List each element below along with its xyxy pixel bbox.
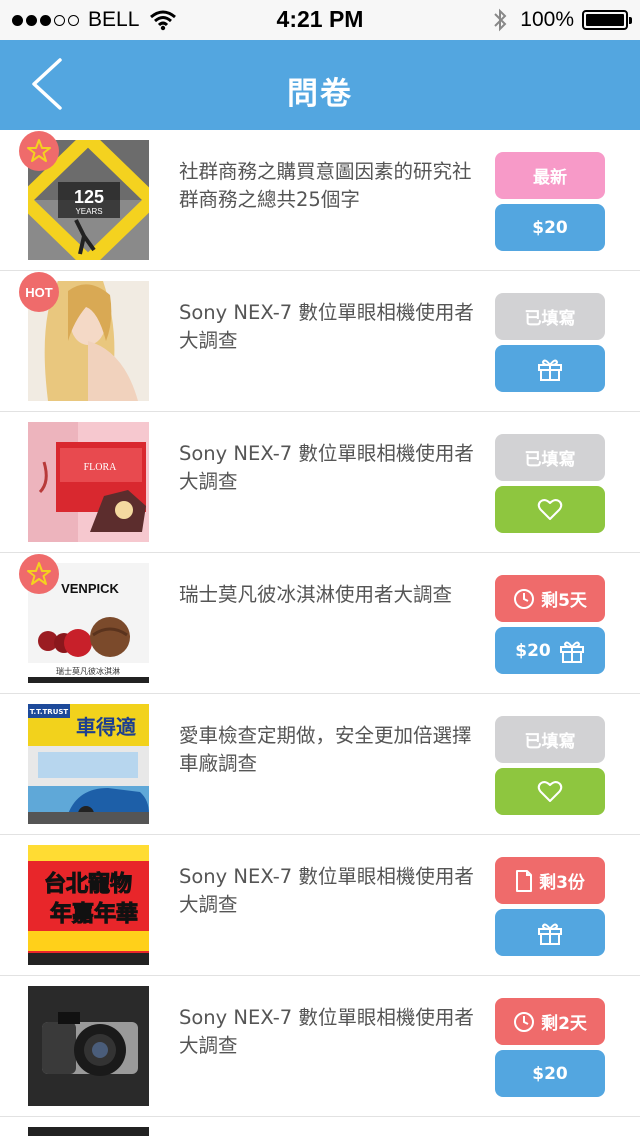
heart-icon: [537, 780, 563, 802]
gift-button[interactable]: [495, 909, 605, 956]
reward-gift-button[interactable]: $20: [495, 627, 605, 674]
survey-thumbnail: FLORA: [28, 422, 149, 542]
reward-button[interactable]: $20: [495, 204, 605, 251]
list-item[interactable]: 台北寵物 年嘉年華 Sony NEX-7 數位單眼相機使用者大調查 剩3份: [0, 835, 640, 976]
survey-thumbnail: 台北寵物 年嘉年華: [28, 845, 149, 965]
favorite-button[interactable]: [495, 768, 605, 815]
status-button-new[interactable]: 最新: [495, 152, 605, 199]
days-left-button[interactable]: 剩2天: [495, 998, 605, 1045]
clock-icon: [514, 588, 535, 609]
survey-thumbnail: T.T.TRUST 車得適: [28, 704, 149, 824]
star-icon: [27, 562, 51, 585]
navigation-bar: 問卷: [0, 40, 640, 130]
status-right: 100%: [492, 8, 632, 32]
star-icon: [27, 139, 51, 162]
status-button-completed[interactable]: 已填寫: [495, 434, 605, 481]
document-icon: [516, 869, 533, 892]
heart-icon: [537, 498, 563, 520]
star-badge: [19, 131, 59, 171]
battery-percent: 100%: [520, 8, 574, 31]
remaining-count-button[interactable]: 剩3份: [495, 857, 605, 904]
survey-title: Sony NEX-7 數位單眼相機使用者大調查: [179, 1006, 474, 1057]
gift-icon: [538, 923, 562, 945]
list-item[interactable]: T.T.TRUST 車得適 愛車檢查定期做，安全更加倍選擇車廠調查 已填寫: [0, 694, 640, 835]
hot-badge: HOT: [19, 272, 59, 312]
reward-button[interactable]: $20: [495, 1050, 605, 1097]
status-button-completed[interactable]: 已填寫: [495, 716, 605, 763]
survey-list: 125 YEARS 社群商務之購買意圖因素的研究社群商務之總共25個字 最新 $…: [0, 130, 640, 1117]
days-left-button[interactable]: 剩5天: [495, 575, 605, 622]
list-item[interactable]: Sony NEX-7 數位單眼相機使用者大調查 剩2天 $20: [0, 976, 640, 1117]
svg-text:台北寵物: 台北寵物: [44, 871, 132, 897]
survey-title: 愛車檢查定期做，安全更加倍選擇車廠調查: [179, 724, 472, 775]
gift-icon: [559, 641, 584, 663]
list-item[interactable]: 125 YEARS 社群商務之購買意圖因素的研究社群商務之總共25個字 最新 $…: [0, 130, 640, 271]
svg-text:車得適: 車得適: [76, 715, 136, 739]
svg-text:T.T.TRUST: T.T.TRUST: [30, 708, 69, 716]
gift-button[interactable]: [495, 345, 605, 392]
status-bar: BELL 4:21 PM 100%: [0, 0, 640, 40]
survey-thumbnail: [28, 986, 149, 1106]
battery-icon: [582, 10, 632, 30]
svg-text:YEARS: YEARS: [75, 207, 102, 216]
list-item[interactable]: VENPICK 瑞士莫凡彼冰淇淋 瑞士莫凡彼冰淇淋使用者大調查 剩5天 $20: [0, 553, 640, 694]
page-title: 問卷: [287, 76, 353, 112]
svg-text:125: 125: [74, 187, 104, 207]
survey-title: 瑞士莫凡彼冰淇淋使用者大調查: [179, 583, 453, 606]
bluetooth-icon: [494, 8, 507, 32]
survey-title: Sony NEX-7 數位單眼相機使用者大調查: [179, 865, 474, 916]
gift-icon: [538, 359, 562, 381]
svg-text:瑞士莫凡彼冰淇淋: 瑞士莫凡彼冰淇淋: [56, 666, 120, 676]
survey-title: Sony NEX-7 數位單眼相機使用者大調查: [179, 442, 474, 493]
svg-text:年嘉年華: 年嘉年華: [50, 901, 138, 927]
favorite-button[interactable]: [495, 486, 605, 533]
star-badge: [19, 554, 59, 594]
clock-icon: [514, 1011, 535, 1032]
svg-text:FLORA: FLORA: [84, 462, 118, 473]
survey-title: Sony NEX-7 數位單眼相機使用者大調查: [179, 301, 474, 352]
survey-title: 社群商務之購買意圖因素的研究社群商務之總共25個字: [179, 160, 472, 211]
status-button-completed[interactable]: 已填寫: [495, 293, 605, 340]
next-item-thumbnail: [28, 1127, 149, 1136]
svg-text:VENPICK: VENPICK: [61, 581, 119, 596]
list-item[interactable]: HOT Sony NEX-7 數位單眼相機使用者大調查 已填寫: [0, 271, 640, 412]
list-item[interactable]: FLORA Sony NEX-7 數位單眼相機使用者大調查 已填寫: [0, 412, 640, 553]
